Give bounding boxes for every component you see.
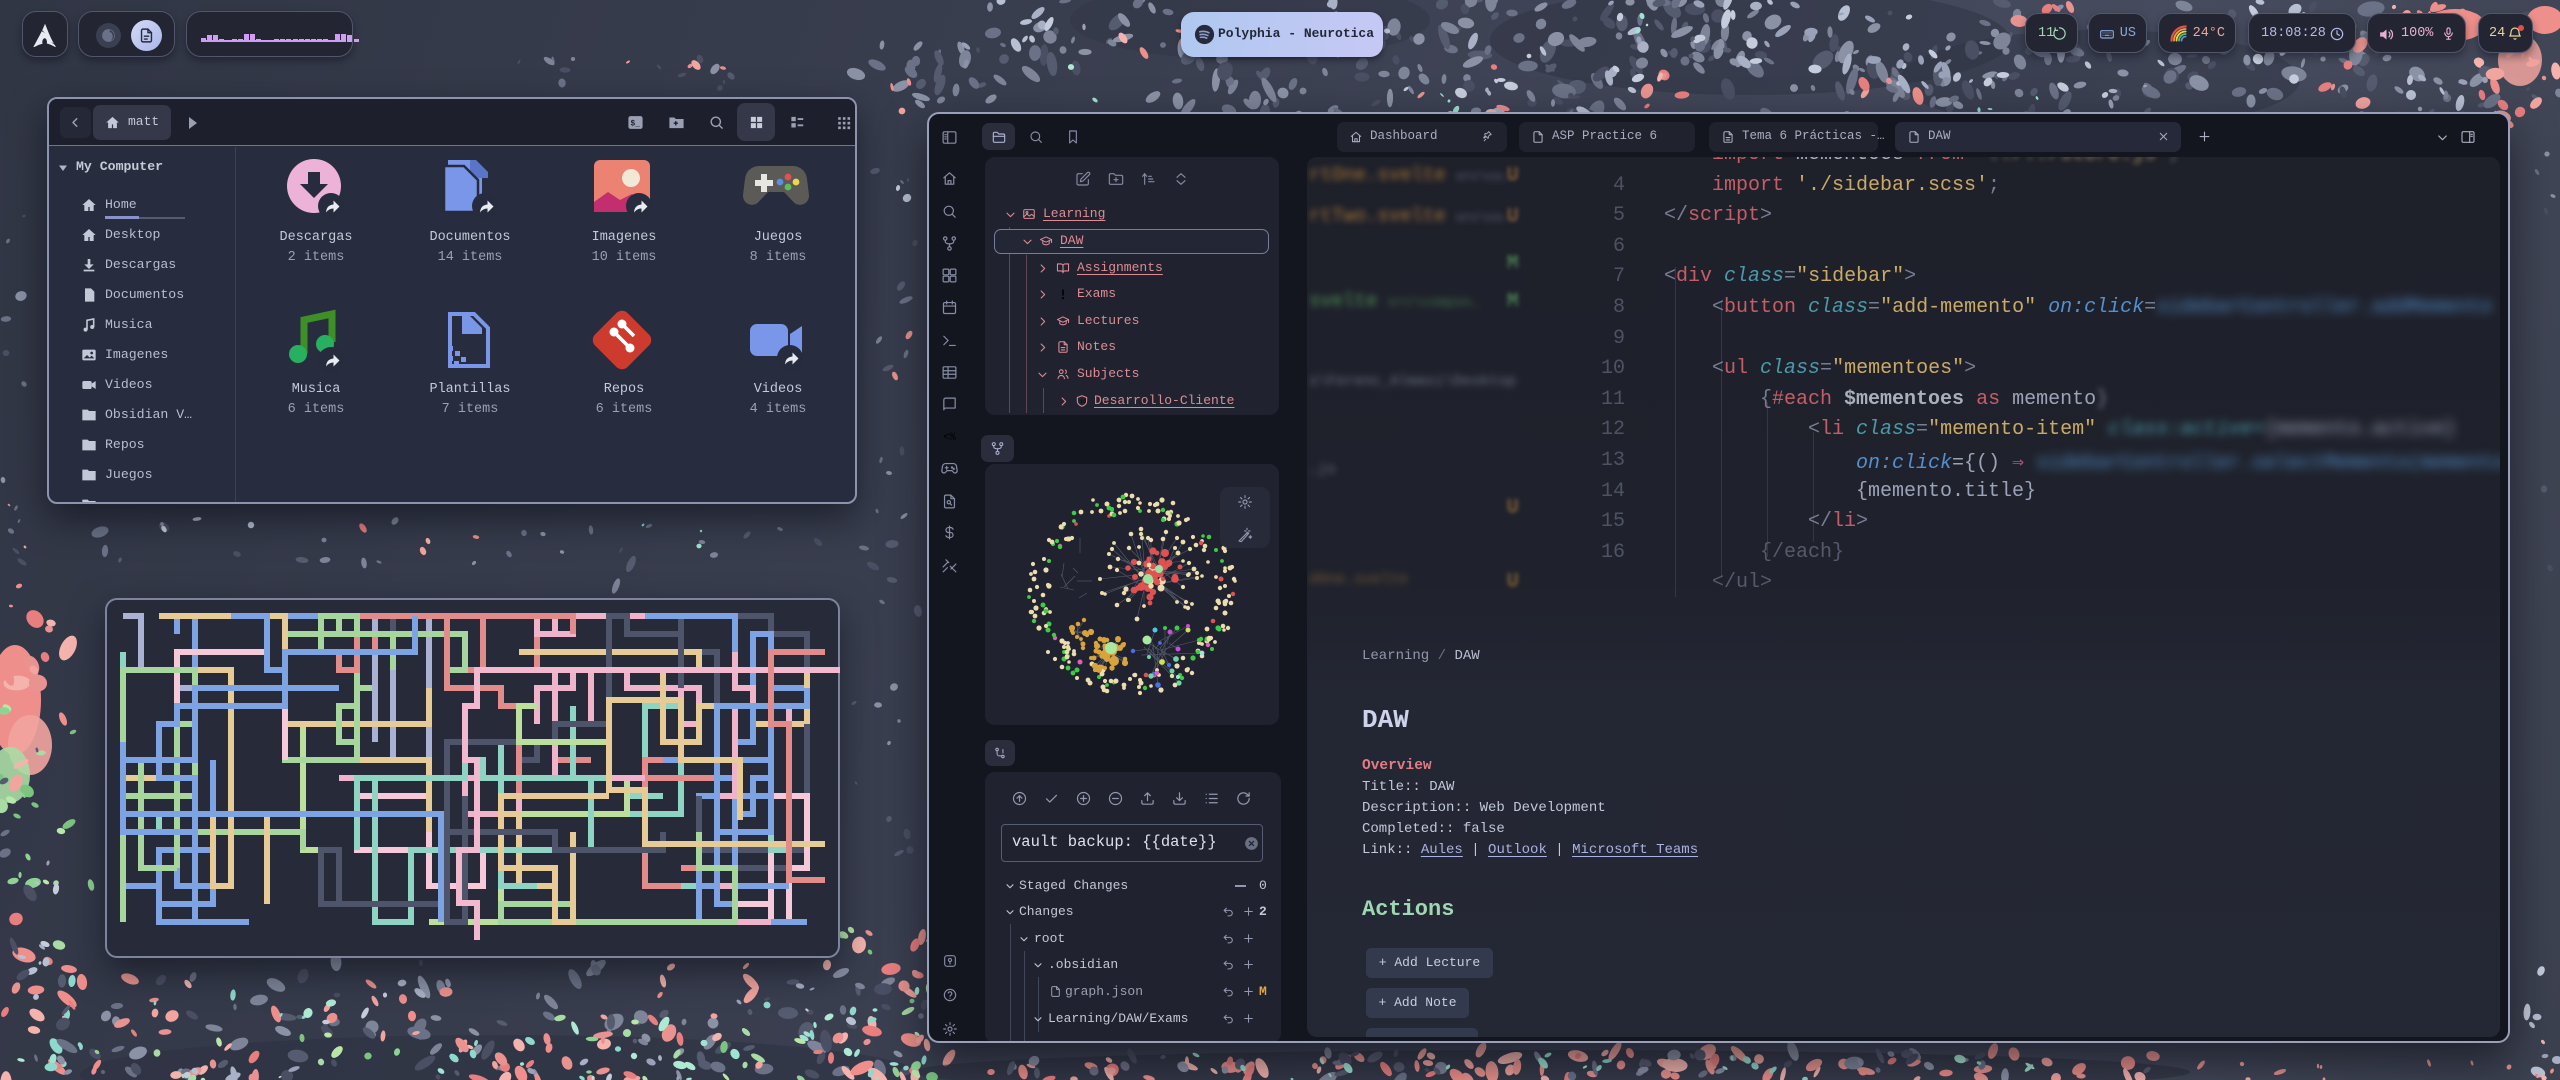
svg-text:<%: <% xyxy=(943,432,956,444)
svg-text:15: 15 xyxy=(1080,399,1086,405)
